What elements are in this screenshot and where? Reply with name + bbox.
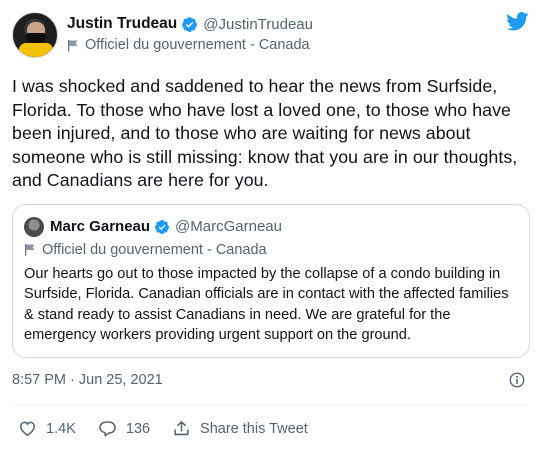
quoted-tweet-text: Our hearts go out to those impacted by t… bbox=[24, 265, 509, 344]
quoted-author-handle[interactable]: @MarcGarneau bbox=[175, 218, 282, 235]
government-label: Officiel du gouvernement - Canada bbox=[67, 35, 313, 55]
tweet-actions: 1.4K 136 Share this Tweet bbox=[12, 406, 528, 452]
author-name[interactable]: Justin Trudeau bbox=[67, 15, 177, 33]
info-icon[interactable] bbox=[508, 371, 526, 389]
reply-bubble-icon bbox=[99, 421, 116, 437]
quoted-government-label-text: Officiel du gouvernement - Canada bbox=[42, 241, 267, 258]
quoted-tweet-header: Marc Garneau @MarcGarneau bbox=[24, 216, 517, 237]
tweet-meta-row: 8:57 PM · Jun 25, 2021 bbox=[12, 370, 528, 390]
heart-icon bbox=[20, 422, 35, 437]
twitter-bird-icon[interactable] bbox=[506, 12, 529, 31]
quoted-author-avatar[interactable] bbox=[24, 216, 44, 237]
tweet-header: Justin Trudeau @JustinTrudeau Officiel d… bbox=[12, 12, 528, 62]
government-label-text: Officiel du gouvernement - Canada bbox=[85, 37, 310, 53]
like-button[interactable]: 1.4K bbox=[18, 419, 76, 438]
share-button[interactable]: Share this Tweet bbox=[172, 419, 308, 438]
government-flag-icon bbox=[25, 244, 35, 256]
tweet-timestamp[interactable]: 8:57 PM · Jun 25, 2021 bbox=[12, 372, 163, 388]
share-icon bbox=[174, 421, 189, 436]
author-avatar[interactable] bbox=[12, 12, 58, 58]
like-count: 1.4K bbox=[46, 420, 76, 437]
tweet-card: Justin Trudeau @JustinTrudeau Officiel d… bbox=[0, 0, 544, 456]
quoted-author-name[interactable]: Marc Garneau bbox=[50, 218, 150, 235]
verified-badge-icon bbox=[155, 219, 170, 234]
quoted-government-label: Officiel du gouvernement - Canada bbox=[24, 239, 517, 261]
reply-button[interactable]: 136 bbox=[98, 419, 150, 438]
tweet-text: I was shocked and saddened to hear the n… bbox=[12, 76, 518, 191]
reply-count: 136 bbox=[125, 420, 151, 437]
quoted-tweet[interactable]: Marc Garneau @MarcGarneau Officiel du go… bbox=[12, 203, 530, 358]
government-flag-icon bbox=[68, 39, 78, 51]
author-handle[interactable]: @JustinTrudeau bbox=[203, 16, 313, 33]
author-info: Justin Trudeau @JustinTrudeau Officiel d… bbox=[67, 12, 313, 55]
share-label: Share this Tweet bbox=[200, 420, 308, 437]
verified-badge-icon bbox=[182, 16, 198, 32]
